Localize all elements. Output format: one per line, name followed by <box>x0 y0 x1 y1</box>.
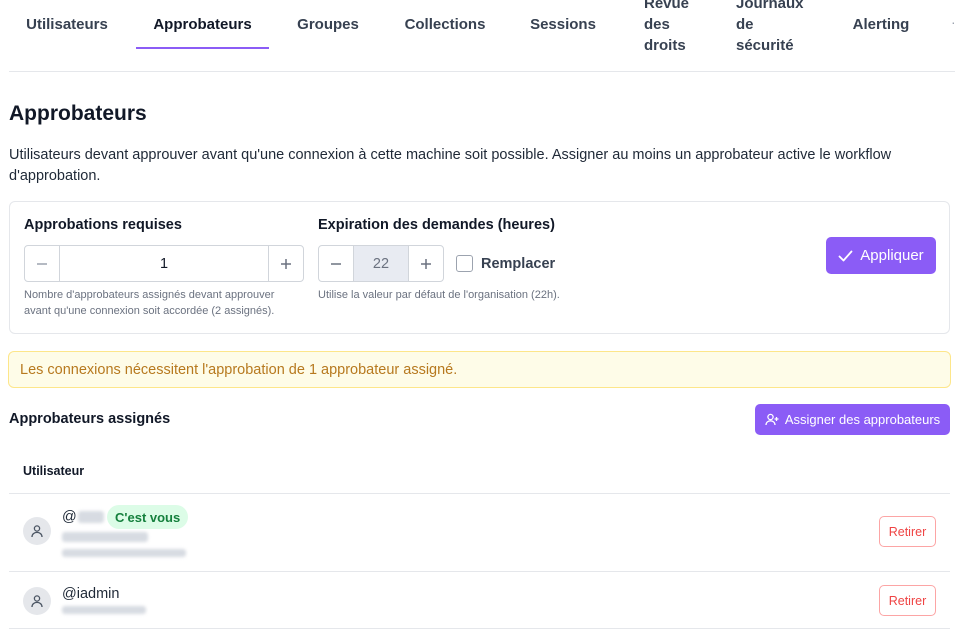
tab-label: Journaux de sécurité <box>736 0 804 54</box>
expiration-stepper: 22 <box>318 245 444 282</box>
override-label: Remplacer <box>481 255 556 272</box>
remove-approver-button[interactable]: Retirer <box>879 585 936 616</box>
override-toggle[interactable]: Remplacer <box>456 255 555 272</box>
tab-revue-des-droits[interactable]: Revue des droits <box>644 0 704 72</box>
decrement-button[interactable] <box>25 246 60 281</box>
redacted-email <box>62 606 146 614</box>
redacted-email <box>62 549 186 557</box>
username-prefix: @ <box>62 509 77 525</box>
table-row: @iadmin Retirer <box>9 572 950 629</box>
alert-text: Les connexions nécessitent l'approbation… <box>20 361 458 378</box>
user-plus-icon <box>765 413 779 426</box>
avatar <box>23 587 51 615</box>
expiration-input[interactable]: 22 <box>354 246 408 281</box>
tab-label: Groupes <box>297 16 359 33</box>
expiration-label: Expiration des demandes (heures) <box>318 217 555 233</box>
check-icon <box>838 250 853 261</box>
decrement-button[interactable] <box>319 246 354 281</box>
redacted-username <box>77 511 104 523</box>
tab-journaux-de-securite[interactable]: Journaux de sécurité <box>736 0 816 72</box>
tab-overflow-indicator[interactable]: · <box>951 14 955 35</box>
tab-label: Sessions <box>530 16 596 33</box>
tab-utilisateurs[interactable]: Utilisateurs <box>9 0 125 72</box>
tab-label: Collections <box>404 16 486 33</box>
increment-button[interactable] <box>268 246 303 281</box>
apply-button-label: Appliquer <box>860 247 924 264</box>
page-title: Approbateurs <box>9 102 147 125</box>
required-approvals-stepper: 1 <box>24 245 304 282</box>
minus-icon <box>331 262 341 265</box>
increment-button[interactable] <box>408 246 443 281</box>
username: @ <box>62 509 104 525</box>
table-row: @ C'est vous Retirer <box>9 494 950 572</box>
page-description: Utilisateurs devant approuver avant qu'u… <box>9 147 892 184</box>
required-approvals-hint: Nombre d'approbateurs assignés devant ap… <box>24 289 275 317</box>
tab-label: Approbateurs <box>153 16 252 33</box>
column-header-user: Utilisateur <box>23 464 85 478</box>
approvers-table-header: Utilisateur <box>9 452 950 494</box>
approval-settings-card: Approbations requises 1 Nombre d'approba… <box>9 201 950 334</box>
plus-icon <box>421 258 431 269</box>
assign-approvers-label: Assigner des approbateurs <box>784 412 941 427</box>
assigned-approvers-title: Approbateurs assignés <box>9 411 171 427</box>
plus-icon <box>281 258 291 269</box>
username: @iadmin <box>62 586 120 602</box>
remove-approver-button[interactable]: Retirer <box>879 516 936 547</box>
tab-sessions[interactable]: Sessions <box>524 0 602 72</box>
redacted-full-name <box>62 532 148 542</box>
user-icon <box>31 525 43 538</box>
current-user-badge: C'est vous <box>107 505 189 529</box>
tab-alerting[interactable]: Alerting <box>842 0 920 72</box>
tab-bar: Utilisateurs Approbateurs Groupes Collec… <box>9 0 955 72</box>
override-checkbox[interactable] <box>456 255 473 272</box>
tab-groupes[interactable]: Groupes <box>289 0 367 72</box>
required-approvals-input[interactable]: 1 <box>60 246 268 281</box>
tab-label: Revue des droits <box>644 0 690 54</box>
assign-approvers-button[interactable]: Assigner des approbateurs <box>755 404 950 435</box>
avatar <box>23 517 51 545</box>
user-icon <box>31 595 43 608</box>
required-approvals-label: Approbations requises <box>24 217 182 233</box>
expiration-hint: Utilise la valeur par défaut de l'organi… <box>318 289 560 301</box>
minus-icon <box>37 262 47 265</box>
tab-collections[interactable]: Collections <box>399 0 491 72</box>
tab-approbateurs[interactable]: Approbateurs <box>136 0 269 72</box>
apply-button[interactable]: Appliquer <box>826 237 936 274</box>
tab-label: Utilisateurs <box>26 16 108 33</box>
approval-requirement-alert: Les connexions nécessitent l'approbation… <box>8 351 951 388</box>
tab-label: Alerting <box>852 16 910 33</box>
